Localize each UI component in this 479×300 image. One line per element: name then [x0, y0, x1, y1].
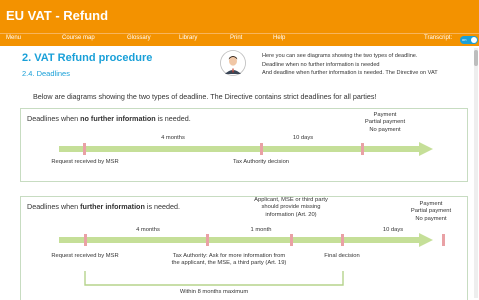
- toggle-on-label: on: [462, 37, 467, 42]
- tick-ask-info: [206, 234, 209, 246]
- narration-line: Here you can see diagrams showing the tw…: [262, 53, 418, 59]
- period-4-months: 4 months: [136, 227, 160, 233]
- nav-course-map[interactable]: Course map: [62, 35, 95, 41]
- period-1-month: 1 month: [250, 227, 272, 233]
- narration-line: Deadline when no further information is …: [262, 61, 380, 68]
- transcript-toggle[interactable]: on: [460, 36, 478, 44]
- period-10-days: 10 days: [292, 135, 314, 141]
- section-subtitle: 2.4. Deadlines: [22, 69, 70, 78]
- label-tax-decision: Tax Authority decision: [232, 159, 290, 165]
- tick-request: [83, 143, 86, 155]
- deadline-diagram-further-info: Deadlines when further information is ne…: [20, 196, 468, 300]
- toggle-knob: [471, 37, 477, 43]
- eight-month-bracket: [84, 271, 344, 286]
- label-final-decision: Final decision: [324, 253, 360, 259]
- timeline-arrow: [59, 233, 445, 286]
- tick-info-provided: [290, 234, 293, 246]
- nav-library[interactable]: Library: [179, 35, 197, 41]
- scrollbar-thumb[interactable]: [474, 50, 478, 66]
- app-title: EU VAT - Refund: [6, 8, 109, 23]
- tick-final-decision: [341, 234, 344, 246]
- transcript-label: Transcript:: [424, 35, 453, 41]
- nav-print[interactable]: Print: [230, 35, 242, 41]
- payment-outcomes: Payment Partial payment No payment: [410, 201, 452, 222]
- payment-outcomes: Payment Partial payment No payment: [364, 112, 406, 133]
- label-ask-info: Tax Authority: Ask for more information …: [171, 253, 287, 267]
- tick-payment: [361, 143, 364, 155]
- nav-glossary[interactable]: Glossary: [127, 35, 151, 41]
- tick-payment: [442, 234, 445, 246]
- section-title: 2. VAT Refund procedure: [22, 52, 153, 64]
- applicant-info-label: Applicant, MSE or third party should pro…: [254, 197, 328, 218]
- nav-menu[interactable]: Menu: [6, 35, 21, 41]
- tick-request: [84, 234, 87, 246]
- narrator-avatar: [220, 50, 246, 76]
- tick-decision: [260, 143, 263, 155]
- deadline-diagram-no-info: Deadlines when no further information is…: [20, 108, 468, 182]
- intro-text: Below are diagrams showing the two types…: [33, 92, 377, 101]
- label-within-8-months: Within 8 months maximum: [179, 289, 249, 295]
- narration-line: And deadline when further information is…: [262, 70, 438, 77]
- scrollbar[interactable]: [474, 48, 478, 298]
- app-header: EU VAT - Refund: [0, 0, 479, 33]
- label-request-received: Request received by MSR: [51, 253, 119, 259]
- narration-text: Here you can see diagrams showing the tw…: [262, 52, 472, 78]
- label-request-received: Request received by MSR: [51, 159, 119, 165]
- period-10-days: 10 days: [382, 227, 404, 233]
- nav-help[interactable]: Help: [273, 35, 285, 41]
- period-4-months: 4 months: [161, 135, 185, 141]
- nav-bar: Menu Course map Glossary Library Print H…: [0, 33, 479, 46]
